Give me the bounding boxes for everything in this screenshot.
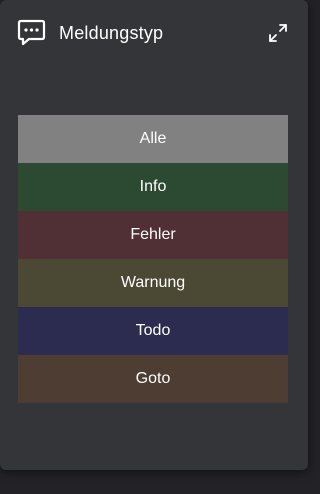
type-option-label: Warnung <box>120 274 186 291</box>
type-option-label: Goto <box>135 370 171 387</box>
type-option-label: Alle <box>139 130 167 147</box>
type-option-todo[interactable]: Todo <box>18 307 288 355</box>
type-option-label: Todo <box>135 322 171 339</box>
message-dots-icon <box>17 18 46 47</box>
type-option-info[interactable]: Info <box>18 163 288 211</box>
panel-title: Meldungstyp <box>59 23 164 43</box>
message-type-list: Alle Info Fehler Warnung Todo Goto <box>18 115 288 403</box>
type-option-error[interactable]: Fehler <box>18 211 288 259</box>
expand-arrows-icon[interactable] <box>268 23 288 43</box>
type-option-label: Info <box>139 178 167 195</box>
type-option-all[interactable]: Alle <box>18 115 288 163</box>
message-type-panel: Meldungstyp Alle Info Fehler Warnung Tod… <box>0 0 308 470</box>
type-option-warning[interactable]: Warnung <box>18 259 288 307</box>
type-option-goto[interactable]: Goto <box>18 355 288 403</box>
panel-header: Meldungstyp <box>0 0 308 66</box>
type-option-label: Fehler <box>130 226 176 243</box>
